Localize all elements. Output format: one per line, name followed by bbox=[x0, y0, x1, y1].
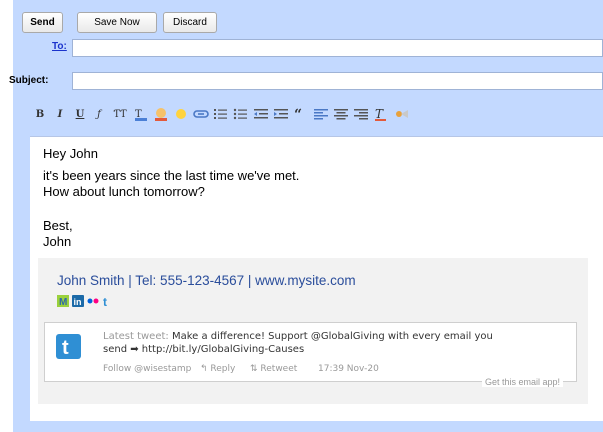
to-label[interactable]: To: bbox=[52, 41, 67, 52]
tweet-prefix: Latest tweet: bbox=[103, 331, 169, 342]
link-icon[interactable] bbox=[193, 106, 209, 124]
tweet-time: 17:39 Nov-20 bbox=[318, 364, 379, 374]
retweet-link[interactable]: ⇅ Retweet bbox=[250, 364, 297, 374]
svg-text:T: T bbox=[375, 107, 384, 121]
svg-text:in: in bbox=[74, 297, 82, 307]
indent-less-icon[interactable] bbox=[253, 106, 269, 124]
reply-icon: ↰ bbox=[200, 364, 211, 374]
to-field[interactable] bbox=[72, 39, 603, 57]
font-size-icon[interactable]: ƬƬ bbox=[110, 106, 130, 124]
svg-text:t: t bbox=[62, 337, 69, 359]
subject-label: Subject: bbox=[9, 75, 49, 86]
numbered-list-icon[interactable] bbox=[213, 106, 229, 124]
svg-text:M: M bbox=[59, 297, 67, 307]
tweet-text-line-1: Latest tweet: Make a difference! Support… bbox=[103, 331, 493, 342]
follow-link[interactable]: Follow @wisestamp bbox=[103, 364, 191, 374]
underline-icon[interactable]: U bbox=[74, 106, 86, 124]
highlight-icon[interactable] bbox=[153, 106, 169, 124]
retweet-icon: ⇅ bbox=[250, 364, 261, 374]
formatting-toolbar: B I U ƒ ƬƬ T “ T bbox=[30, 106, 603, 124]
greeting-text: Hey John bbox=[43, 146, 98, 161]
align-center-icon[interactable] bbox=[333, 106, 349, 124]
tweet-text: Make a difference! Support @GlobalGiving… bbox=[171, 331, 493, 342]
quote-icon[interactable]: “ bbox=[293, 106, 309, 124]
align-right-icon[interactable] bbox=[353, 106, 369, 124]
compose-window: Send Save Now Discard To: Subject: B I U… bbox=[0, 0, 603, 432]
signature-line[interactable]: John Smith | Tel: 555-123-4567 | www.mys… bbox=[57, 273, 356, 288]
bulleted-list-icon[interactable] bbox=[233, 106, 249, 124]
tweet-text-line-2[interactable]: send ➡ http://bit.ly/GlobalGiving-Causes bbox=[103, 344, 304, 355]
myspace-icon[interactable]: M bbox=[57, 295, 69, 307]
text-color-icon[interactable]: T bbox=[133, 106, 149, 124]
reply-label: Reply bbox=[210, 364, 236, 374]
message-line-1: it's been years since the last time we'v… bbox=[43, 168, 300, 183]
get-email-app-link[interactable]: Get this email app! bbox=[482, 377, 564, 387]
discard-button[interactable]: Discard bbox=[163, 12, 217, 33]
closing-text: Best, bbox=[43, 218, 73, 233]
emoticon-icon[interactable] bbox=[173, 106, 189, 124]
italic-icon[interactable]: I bbox=[54, 106, 66, 124]
reply-link[interactable]: ↰ Reply bbox=[200, 364, 235, 374]
twitter-logo-icon[interactable]: t bbox=[56, 334, 81, 359]
align-left-icon[interactable] bbox=[313, 106, 329, 124]
indent-more-icon[interactable] bbox=[273, 106, 289, 124]
spell-check-icon[interactable] bbox=[393, 106, 409, 124]
message-line-2: How about lunch tomorrow? bbox=[43, 184, 205, 199]
twitter-icon[interactable]: t bbox=[102, 295, 114, 307]
sender-name: John bbox=[43, 234, 72, 249]
svg-text:t: t bbox=[103, 295, 107, 307]
send-button[interactable]: Send bbox=[22, 12, 63, 33]
font-family-icon[interactable]: ƒ bbox=[90, 106, 108, 124]
linkedin-icon[interactable]: in bbox=[72, 295, 84, 307]
left-margin bbox=[0, 0, 13, 432]
svg-text:“: “ bbox=[294, 107, 302, 122]
flickr-icon[interactable] bbox=[87, 295, 99, 307]
remove-formatting-icon[interactable]: T bbox=[373, 106, 389, 124]
bold-icon[interactable]: B bbox=[34, 106, 46, 124]
subject-field[interactable] bbox=[72, 72, 603, 90]
save-now-button[interactable]: Save Now bbox=[77, 12, 157, 33]
retweet-label: Retweet bbox=[260, 364, 298, 374]
